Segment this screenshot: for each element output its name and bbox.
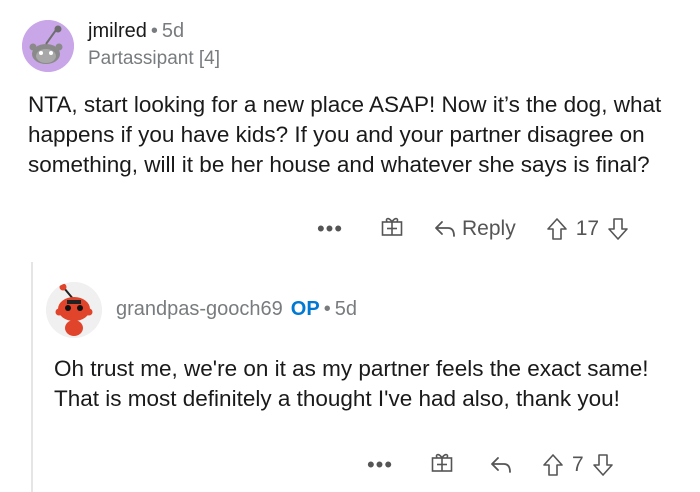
reply-button[interactable]: Reply bbox=[434, 217, 516, 241]
downvote-arrow-icon[interactable] bbox=[592, 453, 614, 477]
snoo-icon bbox=[22, 20, 74, 72]
award-gift-icon[interactable] bbox=[430, 450, 454, 479]
vote-controls: 17 bbox=[546, 217, 629, 241]
more-options-button[interactable]: ••• bbox=[360, 452, 400, 478]
meta-separator: • bbox=[323, 298, 331, 320]
username[interactable]: grandpas-gooch69 bbox=[116, 298, 283, 321]
vote-count: 7 bbox=[572, 452, 584, 476]
comment-actions: ••• Reply 17 bbox=[310, 214, 629, 243]
reply-button[interactable] bbox=[490, 455, 512, 475]
vote-controls: 7 bbox=[542, 453, 614, 477]
op-badge: OP bbox=[290, 298, 320, 320]
user-flair: Partassipant [4] bbox=[88, 48, 221, 69]
reply-meta: grandpas-gooch69 OP • 5d bbox=[116, 298, 357, 321]
comment-meta: jmilred • 5d bbox=[88, 20, 184, 43]
reply-arrow-icon bbox=[491, 456, 511, 473]
comment-age: 5d bbox=[161, 20, 185, 42]
downvote-arrow-icon[interactable] bbox=[607, 217, 629, 241]
snoo-icon bbox=[46, 282, 102, 338]
avatar[interactable] bbox=[46, 282, 102, 338]
comment-body: NTA, start looking for a new place ASAP!… bbox=[28, 92, 662, 177]
meta-separator: • bbox=[150, 20, 158, 42]
reply-label: Reply bbox=[462, 216, 516, 240]
comment-thread: jmilred • 5d Partassipant [4] NTA, start l… bbox=[0, 0, 700, 492]
upvote-arrow-icon[interactable] bbox=[542, 453, 564, 477]
vote-count: 17 bbox=[575, 216, 600, 240]
reply-arrow-icon bbox=[435, 220, 455, 237]
reply-actions: ••• 7 bbox=[360, 450, 614, 479]
comment-age: 5d bbox=[334, 298, 357, 320]
award-gift-icon[interactable] bbox=[380, 214, 404, 243]
avatar[interactable] bbox=[22, 20, 74, 72]
reply-body: Oh trust me, we're on it as my partner f… bbox=[54, 356, 649, 411]
thread-line[interactable] bbox=[31, 262, 33, 492]
username[interactable]: jmilred bbox=[88, 20, 147, 42]
upvote-arrow-icon[interactable] bbox=[546, 217, 568, 241]
more-options-button[interactable]: ••• bbox=[310, 216, 350, 242]
